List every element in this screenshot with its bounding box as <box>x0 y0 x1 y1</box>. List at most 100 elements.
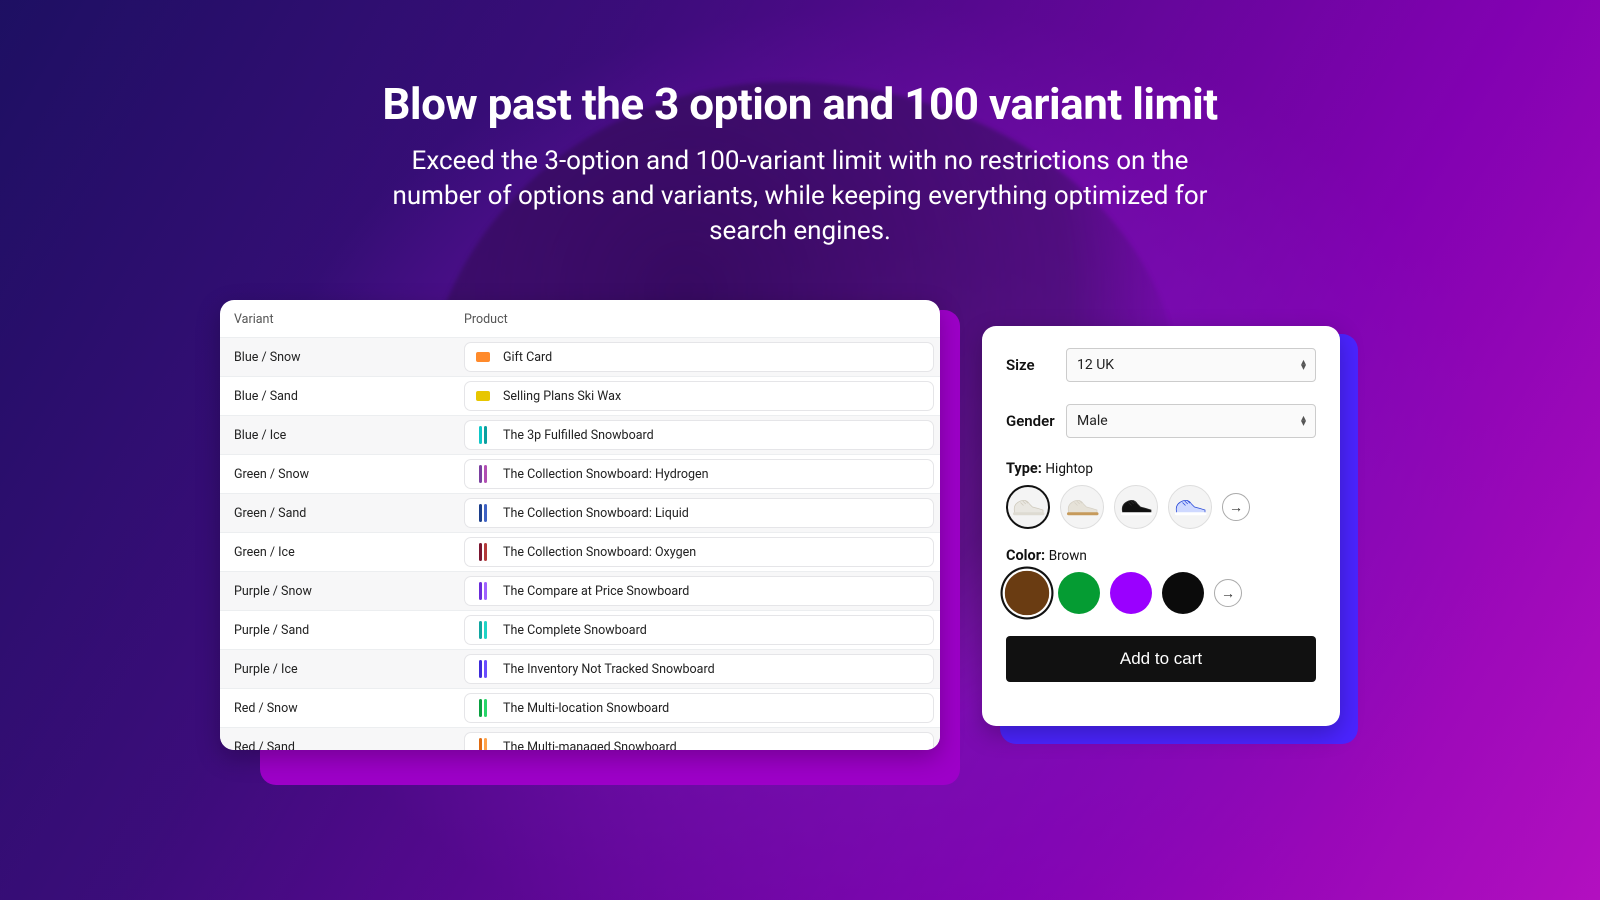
product-cell-wrap: The Collection Snowboard: Liquid <box>464 498 940 528</box>
color-swatch-brown[interactable] <box>1005 571 1050 616</box>
table-row[interactable]: Purple / Ice The Inventory Not Tracked Sn… <box>220 649 940 688</box>
product-thumb-icon <box>473 620 493 640</box>
product-cell-wrap: The Multi-location Snowboard <box>464 693 940 723</box>
table-body: Blue / Snow Gift Card Blue / Sand Selling P… <box>220 337 940 750</box>
variant-cell: Green / Sand <box>234 506 464 521</box>
product-thumb-icon <box>473 542 493 562</box>
product-chip[interactable]: Selling Plans Ski Wax <box>464 381 934 411</box>
product-cell-wrap: The Collection Snowboard: Oxygen <box>464 537 940 567</box>
variant-cell: Purple / Snow <box>234 584 464 599</box>
product-chip[interactable]: The 3p Fulfilled Snowboard <box>464 420 934 450</box>
type-label-text: Type: <box>1006 460 1042 477</box>
product-thumb-icon <box>473 698 493 718</box>
type-swatch-hightop-black[interactable] <box>1114 485 1158 529</box>
product-name: Selling Plans Ski Wax <box>503 389 621 404</box>
select-caret-icon: ▴▾ <box>1301 416 1305 426</box>
hero-title: Blow past the 3 option and 100 variant l… <box>0 78 1600 130</box>
table-header-row: Variant Product <box>220 300 940 337</box>
product-name: The Collection Snowboard: Oxygen <box>503 545 696 560</box>
product-cell-wrap: The Compare at Price Snowboard <box>464 576 940 606</box>
product-chip[interactable]: The Compare at Price Snowboard <box>464 576 934 606</box>
table-row[interactable]: Red / Sand The Multi-managed Snowboard <box>220 727 940 750</box>
table-row[interactable]: Blue / IceThe 3p Fulfilled Snowboard <box>220 415 940 454</box>
product-name: Gift Card <box>503 350 552 365</box>
product-chip[interactable]: The Complete Snowboard <box>464 615 934 645</box>
variant-cell: Red / Snow <box>234 701 464 716</box>
product-cell-wrap: Gift Card <box>464 342 940 372</box>
table-row[interactable]: Green / Snow The Collection Snowboard: Hy… <box>220 454 940 493</box>
size-row: Size 12 UK ▴▾ <box>1006 348 1316 382</box>
variant-cell: Purple / Ice <box>234 662 464 677</box>
type-more-arrow-icon[interactable]: → <box>1222 493 1250 521</box>
variant-cell: Green / Snow <box>234 467 464 482</box>
product-chip[interactable]: The Collection Snowboard: Liquid <box>464 498 934 528</box>
hero: Blow past the 3 option and 100 variant l… <box>0 0 1600 249</box>
color-selected-value: Brown <box>1049 548 1087 564</box>
product-options-panel: Size 12 UK ▴▾ Gender Male ▴▾ Type: Hight… <box>982 326 1340 726</box>
product-thumb-icon <box>473 659 493 679</box>
size-select-value: 12 UK <box>1077 357 1114 373</box>
table-row[interactable]: Red / Snow The Multi-location Snowboard <box>220 688 940 727</box>
variant-cell: Blue / Sand <box>234 389 464 404</box>
color-swatch-black[interactable] <box>1162 572 1204 614</box>
product-name: The Multi-location Snowboard <box>503 701 669 716</box>
type-swatch-row: → <box>1006 485 1316 529</box>
type-swatch-hightop-cream[interactable] <box>1060 485 1104 529</box>
col-header-variant: Variant <box>234 312 464 327</box>
gender-select-value: Male <box>1077 413 1108 429</box>
add-to-cart-button[interactable]: Add to cart <box>1006 636 1316 682</box>
product-thumb-icon <box>473 386 493 406</box>
product-name: The Multi-managed Snowboard <box>503 740 677 751</box>
product-chip[interactable]: The Inventory Not Tracked Snowboard <box>464 654 934 684</box>
color-option-label: Color: Brown <box>1006 547 1316 564</box>
color-swatch-purple[interactable] <box>1110 572 1152 614</box>
product-cell-wrap: The Inventory Not Tracked Snowboard <box>464 654 940 684</box>
product-cell-wrap: The Collection Snowboard: Hydrogen <box>464 459 940 489</box>
product-thumb-icon <box>473 464 493 484</box>
product-thumb-icon <box>473 737 493 750</box>
gender-label: Gender <box>1006 412 1066 430</box>
gender-select[interactable]: Male ▴▾ <box>1066 404 1316 438</box>
variant-cell: Blue / Snow <box>234 350 464 365</box>
product-chip[interactable]: The Multi-location Snowboard <box>464 693 934 723</box>
table-row[interactable]: Green / Sand The Collection Snowboard: Li… <box>220 493 940 532</box>
type-selected-value: Hightop <box>1045 461 1093 477</box>
table-row[interactable]: Blue / Snow Gift Card <box>220 337 940 376</box>
hero-subtitle: Exceed the 3-option and 100-variant limi… <box>390 144 1210 249</box>
table-row[interactable]: Green / IceThe Collection Snowboard: Oxy… <box>220 532 940 571</box>
color-more-arrow-icon[interactable]: → <box>1214 579 1242 607</box>
product-thumb-icon <box>473 425 493 445</box>
select-caret-icon: ▴▾ <box>1301 360 1305 370</box>
product-chip[interactable]: Gift Card <box>464 342 934 372</box>
product-cell-wrap: The Multi-managed Snowboard <box>464 732 940 750</box>
product-thumb-icon <box>473 581 493 601</box>
product-chip[interactable]: The Collection Snowboard: Hydrogen <box>464 459 934 489</box>
variant-cell: Red / Sand <box>234 740 464 751</box>
product-name: The Collection Snowboard: Liquid <box>503 506 689 521</box>
product-name: The Collection Snowboard: Hydrogen <box>503 467 709 482</box>
table-row[interactable]: Blue / Sand Selling Plans Ski Wax <box>220 376 940 415</box>
size-label: Size <box>1006 356 1066 374</box>
gender-row: Gender Male ▴▾ <box>1006 404 1316 438</box>
variant-cell: Purple / Sand <box>234 623 464 638</box>
product-cell-wrap: The 3p Fulfilled Snowboard <box>464 420 940 450</box>
table-row[interactable]: Purple / Snow The Compare at Price Snowbo… <box>220 571 940 610</box>
product-cell-wrap: Selling Plans Ski Wax <box>464 381 940 411</box>
variants-table-panel: Variant Product Blue / SnowGift CardBlue… <box>220 300 940 750</box>
type-swatch-hightop-white[interactable] <box>1006 485 1050 529</box>
product-name: The Complete Snowboard <box>503 623 647 638</box>
color-label-text: Color: <box>1006 547 1045 564</box>
size-select[interactable]: 12 UK ▴▾ <box>1066 348 1316 382</box>
col-header-product: Product <box>464 312 508 327</box>
product-chip[interactable]: The Collection Snowboard: Oxygen <box>464 537 934 567</box>
product-name: The Inventory Not Tracked Snowboard <box>503 662 715 677</box>
type-swatch-hightop-blue[interactable] <box>1168 485 1212 529</box>
product-thumb-icon <box>473 347 493 367</box>
product-cell-wrap: The Complete Snowboard <box>464 615 940 645</box>
variant-cell: Blue / Ice <box>234 428 464 443</box>
color-swatch-green[interactable] <box>1058 572 1100 614</box>
product-chip[interactable]: The Multi-managed Snowboard <box>464 732 934 750</box>
type-option-label: Type: Hightop <box>1006 460 1316 477</box>
product-name: The Compare at Price Snowboard <box>503 584 689 599</box>
table-row[interactable]: Purple / Sand The Complete Snowboard <box>220 610 940 649</box>
